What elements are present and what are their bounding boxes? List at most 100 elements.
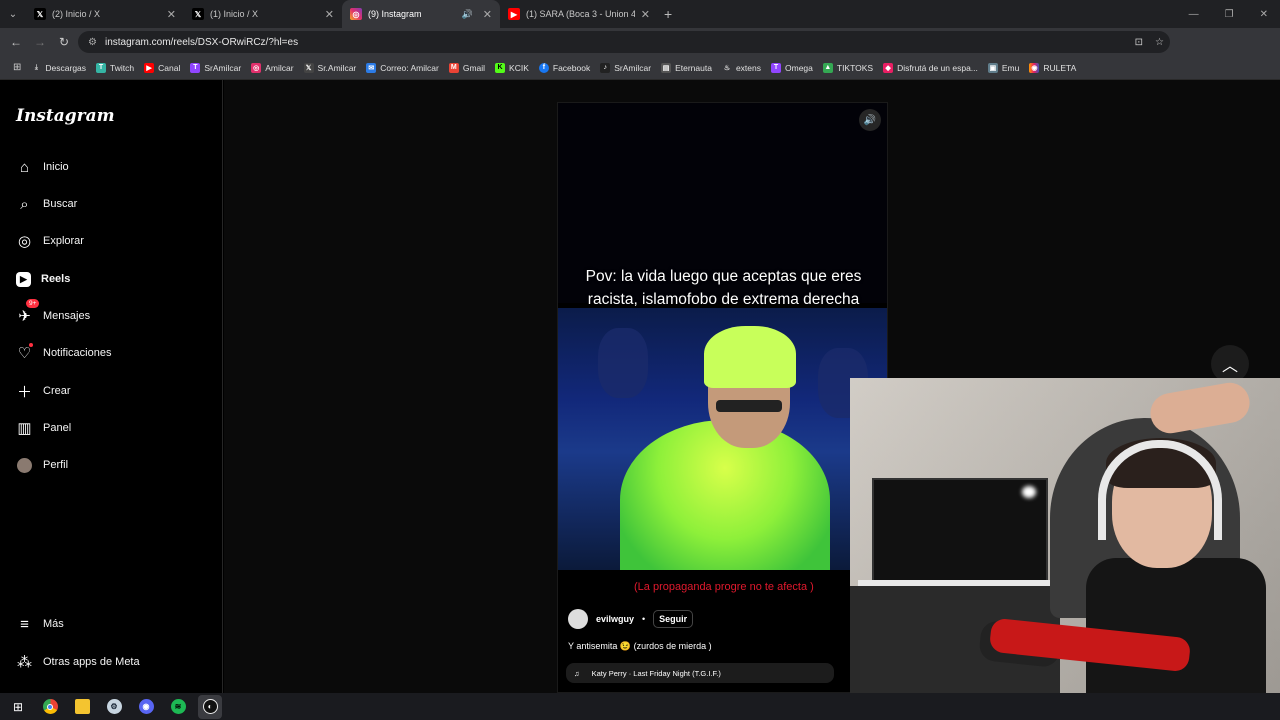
- address-bar[interactable]: ⚙ instagram.com/reels/DSX-ORwiRCz/?hl=es…: [78, 31, 1170, 53]
- bookmark-kick[interactable]: K KCIK: [490, 62, 534, 73]
- nav-explorar[interactable]: ◎ Explorar: [16, 230, 84, 252]
- file-explorer-icon[interactable]: [70, 695, 94, 719]
- close-icon[interactable]: ✕: [641, 8, 650, 21]
- bookmark-label: KCIK: [509, 62, 529, 73]
- nav-reels[interactable]: ▶ Reels: [16, 268, 70, 290]
- nav-inicio[interactable]: ⌂ Inicio: [16, 156, 69, 178]
- forward-icon[interactable]: →: [28, 35, 52, 49]
- nav-mas[interactable]: ≡ Más: [16, 613, 64, 635]
- crowd-figure: [598, 328, 648, 398]
- spotify-icon[interactable]: ≋: [166, 695, 190, 719]
- bookmark-label: Gmail: [462, 62, 486, 73]
- tab-search-icon[interactable]: ⌄: [0, 0, 26, 28]
- close-icon[interactable]: ✕: [483, 8, 492, 21]
- bookmark-sr-amilcar-x[interactable]: 𝕏 Sr.Amilcar: [299, 62, 362, 73]
- reel-card[interactable]: 🔊 Pov: la vida luego que aceptas que ere…: [557, 102, 888, 693]
- nav-notificaciones[interactable]: ♡ Notificaciones: [16, 342, 111, 364]
- x-logo-icon: 𝕏: [303, 62, 314, 73]
- bookmark-eternauta[interactable]: ▤ Eternauta: [656, 62, 717, 73]
- author-username[interactable]: evilwguy: [596, 614, 634, 624]
- nav-panel[interactable]: ▥ Panel: [16, 417, 71, 439]
- close-icon[interactable]: ✕: [167, 8, 176, 21]
- discord-icon[interactable]: ◉: [134, 695, 158, 719]
- minimize-icon[interactable]: —: [1189, 9, 1199, 20]
- bookmark-canal[interactable]: ▶ Canal: [139, 62, 185, 73]
- obs-icon[interactable]: ◐: [198, 694, 222, 719]
- bookmark-label: Descargas: [45, 62, 87, 73]
- bookmark-star-icon[interactable]: ☆: [1155, 37, 1164, 48]
- nav-label: Buscar: [43, 198, 78, 210]
- reel-video-frame[interactable]: [558, 308, 887, 570]
- follow-button[interactable]: Seguir: [653, 610, 694, 628]
- tab-youtube[interactable]: ▶ (1) SARA (Boca 3 - Union 4) - Yo ✕: [500, 0, 658, 28]
- new-tab-icon[interactable]: +: [664, 6, 672, 22]
- site-info-icon[interactable]: ⚙: [88, 37, 97, 48]
- volume-icon[interactable]: 🔊: [859, 109, 881, 131]
- bookmark-label: Correo: Amilcar: [380, 62, 439, 73]
- tab-instagram[interactable]: ◎ (9) Instagram 🔊 ✕: [342, 0, 500, 28]
- bookmark-omega[interactable]: T Omega: [766, 62, 818, 73]
- speaker-icon[interactable]: 🔊: [462, 9, 473, 20]
- close-window-icon[interactable]: ✕: [1260, 9, 1268, 20]
- overlay-line-2: racista, islamofobo de extrema derecha: [587, 291, 860, 308]
- nav-otras-apps[interactable]: ⁂ Otras apps de Meta: [16, 651, 140, 673]
- steam-icon[interactable]: ⚙: [102, 695, 126, 719]
- instagram-logo[interactable]: Instagram: [16, 106, 115, 126]
- reload-icon[interactable]: ↻: [52, 35, 76, 49]
- bookmark-twitch[interactable]: T Twitch: [91, 62, 139, 73]
- bookmark-emu[interactable]: ▣ Emu: [983, 62, 1024, 73]
- bookmark-extens[interactable]: ♨ extens: [717, 63, 766, 73]
- dancer-hat: [704, 326, 796, 388]
- tv-glare: [1022, 486, 1036, 498]
- dancer-jacket: [620, 420, 830, 570]
- bookmark-descargas[interactable]: ⤓ Descargas: [26, 63, 91, 73]
- back-icon[interactable]: ←: [4, 35, 28, 49]
- bookmark-label: Emu: [1001, 62, 1020, 73]
- home-icon: ⌂: [19, 158, 30, 176]
- apps-grid-icon[interactable]: ⊞: [8, 62, 26, 73]
- twitch-icon: T: [771, 62, 781, 73]
- nav-crear[interactable]: ＋ Crear: [16, 380, 71, 402]
- bookmark-tiktok[interactable]: ♪ SrAmilcar: [595, 62, 656, 73]
- reels-icon: ▶: [16, 271, 31, 287]
- twitch-icon: T: [190, 62, 201, 73]
- install-app-icon[interactable]: ⊡: [1135, 37, 1143, 48]
- bookmark-sramilcar-twitch[interactable]: T SrAmilcar: [185, 62, 246, 73]
- download-icon: ⤓: [34, 63, 38, 71]
- bookmark-label: SrAmilcar: [614, 62, 652, 73]
- instagram-sidebar: Instagram ⌂ Inicio ⌕ Buscar ◎ Explorar ▶…: [0, 80, 223, 693]
- bookmark-tiktoks[interactable]: ▲ TIKTOKS: [818, 62, 878, 73]
- bookmark-gmail[interactable]: M Gmail: [444, 62, 490, 73]
- nav-label: Crear: [43, 385, 71, 397]
- nav-mensajes[interactable]: ✈ 9+ Mensajes: [16, 299, 90, 327]
- chrome-icon[interactable]: [38, 695, 62, 719]
- messenger-icon: ✈: [18, 308, 31, 325]
- url-text[interactable]: instagram.com/reels/DSX-ORwiRCz/?hl=es: [105, 37, 298, 48]
- nav-buscar[interactable]: ⌕ Buscar: [16, 193, 77, 215]
- nav-perfil[interactable]: Perfil: [16, 454, 68, 476]
- instagram-icon: ◎: [350, 8, 362, 20]
- reel-music-pill[interactable]: ♫ Katy Perry · Last Friday Night (T.G.I.…: [566, 663, 834, 683]
- separator-dot: •: [642, 614, 646, 624]
- tab-title: (2) Inicio / X: [52, 9, 101, 19]
- bookmark-ruleta[interactable]: ◉ RULETA: [1024, 62, 1081, 73]
- tab-x-2[interactable]: 𝕏 (2) Inicio / X ✕: [26, 0, 184, 28]
- bookmark-facebook[interactable]: f Facebook: [534, 62, 595, 73]
- tab-title: (9) Instagram: [368, 9, 422, 19]
- author-avatar[interactable]: [568, 609, 588, 629]
- unread-badge: 9+: [26, 299, 40, 308]
- doc-icon: ▤: [661, 62, 672, 73]
- nav-label: Otras apps de Meta: [43, 656, 140, 668]
- music-title: Katy Perry · Last Friday Night (T.G.I.F.…: [591, 668, 721, 678]
- restore-icon[interactable]: ❐: [1225, 9, 1234, 20]
- close-icon[interactable]: ✕: [325, 8, 334, 21]
- bookmark-correo[interactable]: ✉ Correo: Amilcar: [361, 62, 444, 73]
- windows-start-icon[interactable]: ⊞: [6, 695, 30, 719]
- window-controls: — ❐ ✕: [1189, 0, 1280, 28]
- x-logo-icon: 𝕏: [34, 8, 46, 20]
- overlay-line-1: Pov: la vida luego que aceptas que eres: [585, 268, 862, 285]
- tab-x-1[interactable]: 𝕏 (1) Inicio / X ✕: [184, 0, 342, 28]
- bookmark-disfruta[interactable]: ◆ Disfrutá de un espa...: [878, 62, 983, 73]
- bookmark-amilcar-instagram[interactable]: ◎ Amilcar: [246, 62, 298, 73]
- nav-label: Inicio: [43, 161, 69, 173]
